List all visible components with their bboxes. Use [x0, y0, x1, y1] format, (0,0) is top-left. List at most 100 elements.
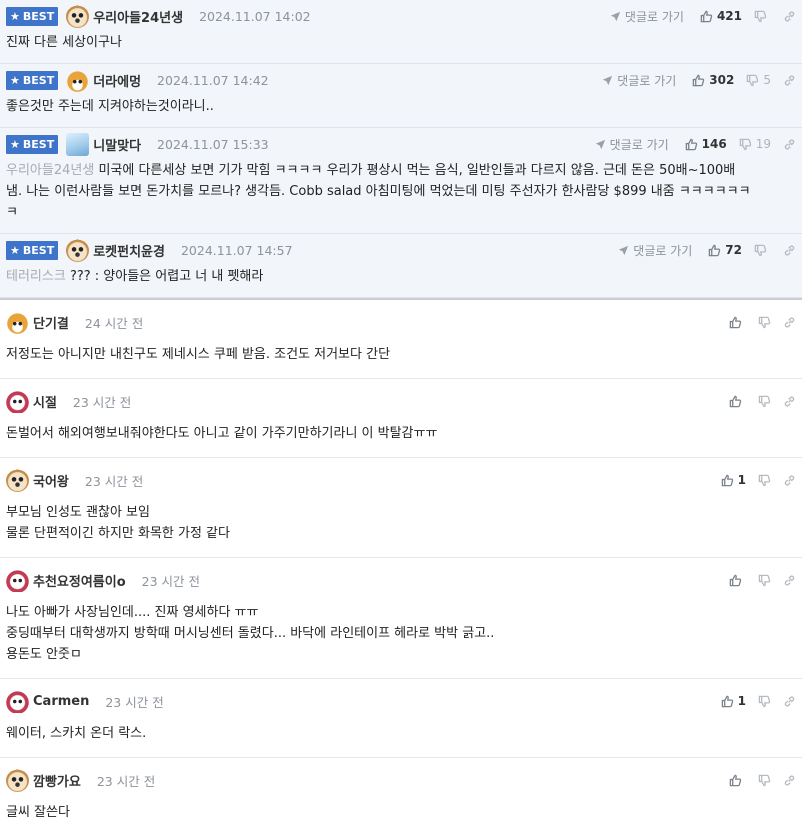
thumbs-up-icon [729, 574, 742, 586]
reply-link[interactable]: 댓글로 가기 [602, 72, 676, 89]
downvote-button[interactable] [754, 244, 771, 257]
downvote-button[interactable]: 5 [746, 73, 771, 87]
author-name[interactable]: 추천요정여름이o [33, 571, 126, 590]
upvote-button[interactable] [729, 395, 746, 408]
author-name[interactable]: 깜빵가요 [33, 771, 81, 790]
author-name[interactable]: 우리아들24년생 [93, 7, 183, 26]
share-link-button[interactable] [783, 395, 796, 408]
upvote-button[interactable] [729, 316, 746, 329]
downvote-button[interactable] [758, 695, 771, 708]
comment-header: 추천요정여름이o 23 시간 전 [6, 558, 796, 602]
dog-icon[interactable] [6, 768, 29, 792]
reply-link[interactable]: 댓글로 가기 [618, 242, 692, 259]
upvote-button[interactable]: 1 [721, 694, 746, 708]
thumbs-down-icon [739, 138, 751, 150]
comment: 단기결 24 시간 전 저정도는 아니지만 내친구도 제네시스 쿠페 받음. 조… [0, 298, 802, 379]
share-link-button[interactable] [783, 474, 796, 487]
dog-icon[interactable] [66, 4, 90, 28]
downvote-button[interactable] [758, 395, 771, 408]
link-icon [784, 139, 795, 149]
reply-link-label: 댓글로 가기 [624, 9, 684, 24]
send-icon [595, 139, 605, 149]
reply-link-label: 댓글로 가기 [617, 73, 677, 88]
author-name[interactable]: Carmen [33, 694, 89, 709]
upvote-button[interactable]: 1 [721, 473, 746, 487]
comment-header: 국어왕 23 시간 전 1 [6, 458, 796, 502]
comment-header: Carmen 23 시간 전 1 [6, 679, 796, 723]
comment-line: 부모님 인성도 괜찮아 보임 [6, 505, 150, 520]
upvote-button[interactable]: 421 [700, 9, 742, 23]
share-link-button[interactable] [783, 138, 796, 151]
link-icon [784, 75, 795, 85]
comment: 시절 23 시간 전 돈벌어서 해외여행보내줘야한다도 아니고 같이 가주기만하… [0, 379, 802, 458]
quoted-author[interactable]: 테러리스크 [6, 269, 66, 284]
upvote-button[interactable]: 146 [685, 137, 727, 151]
best-badge: ★ BEST [6, 240, 59, 260]
downvote-button[interactable]: 19 [739, 137, 771, 151]
upvote-button[interactable]: 72 [708, 243, 742, 257]
best-badge: ★ BEST [6, 70, 59, 90]
comment-time: 2024.11.07 15:33 [157, 136, 269, 152]
downvote-button[interactable] [758, 474, 771, 487]
share-link-button[interactable] [783, 774, 796, 787]
upvote-button[interactable] [729, 774, 746, 787]
comment-body: 저정도는 아니지만 내친구도 제네시스 쿠페 받음. 조건도 저거보다 간단 [6, 344, 796, 378]
thumbs-down-icon [758, 695, 771, 707]
comment-line: 용돈도 안줏ㅁ [6, 647, 82, 662]
dog-icon[interactable] [6, 468, 29, 492]
share-link-button[interactable] [783, 574, 796, 587]
thumbs-up-icon [700, 10, 713, 22]
author-name[interactable]: 시절 [33, 392, 57, 411]
share-link-button[interactable] [783, 244, 796, 257]
star-icon: ★ [10, 243, 20, 257]
share-link-button[interactable] [783, 695, 796, 708]
send-icon [619, 245, 629, 255]
share-link-button[interactable] [783, 10, 796, 23]
dog-icon[interactable] [66, 238, 90, 262]
reply-link[interactable]: 댓글로 가기 [610, 8, 684, 25]
best-badge: ★ BEST [6, 134, 59, 154]
reply-link[interactable]: 댓글로 가기 [595, 136, 669, 153]
comment-line: 진짜 다른 세상이구나 [6, 35, 122, 50]
author-name[interactable]: 로켓펀치윤경 [93, 241, 165, 260]
comment-line: 나도 아빠가 사장님인데.... 진짜 영세하다 ㅠㅠ [6, 605, 259, 620]
thumbs-down-icon [758, 316, 771, 328]
thumbs-down-icon [758, 474, 771, 486]
author-name[interactable]: 국어왕 [33, 471, 69, 490]
downvote-button[interactable] [758, 574, 771, 587]
downvote-button[interactable] [754, 10, 771, 23]
comment-time: 23 시간 전 [84, 473, 144, 489]
downvote-button[interactable] [758, 316, 771, 329]
pink-icon[interactable] [6, 389, 29, 413]
comment-actions: 1 [721, 694, 796, 708]
upvote-count: 72 [725, 243, 742, 257]
comment-actions: 1 [721, 473, 796, 487]
author-name[interactable]: 단기결 [33, 313, 69, 332]
upvote-button[interactable] [729, 574, 746, 587]
share-link-button[interactable] [783, 316, 796, 329]
upvote-count: 146 [701, 137, 727, 151]
comment-line: 저정도는 아니지만 내친구도 제네시스 쿠페 받음. 조건도 저거보다 간단 [6, 347, 391, 362]
quoted-author[interactable]: 우리아들24년생 [6, 163, 94, 178]
thumbs-down-icon [758, 395, 771, 407]
downvote-button[interactable] [758, 774, 771, 787]
comment: 추천요정여름이o 23 시간 전 나도 아빠가 사장님인데.... 진짜 영세하… [0, 558, 802, 679]
link-icon [784, 575, 795, 585]
fox-icon[interactable] [6, 310, 29, 334]
link-icon [784, 696, 795, 706]
link-icon [784, 245, 795, 255]
share-link-button[interactable] [783, 74, 796, 87]
reply-link-label: 댓글로 가기 [609, 137, 669, 152]
thumbs-up-icon [709, 244, 721, 256]
upvote-button[interactable]: 302 [692, 73, 734, 87]
comment-header: ★ BEST 니말맞다 2024.11.07 15:33 댓글로 가기 146 1… [6, 128, 796, 160]
pink-icon[interactable] [6, 568, 29, 592]
thumbs-down-icon [747, 74, 759, 86]
author-name[interactable]: 더라에멍 [93, 71, 141, 90]
ice-icon[interactable] [66, 132, 90, 156]
author-name[interactable]: 니말맞다 [93, 135, 141, 154]
upvote-count: 1 [737, 473, 746, 487]
comment-actions: 댓글로 가기 72 [618, 242, 796, 259]
pink-icon[interactable] [6, 689, 29, 713]
fox-icon[interactable] [66, 68, 90, 92]
